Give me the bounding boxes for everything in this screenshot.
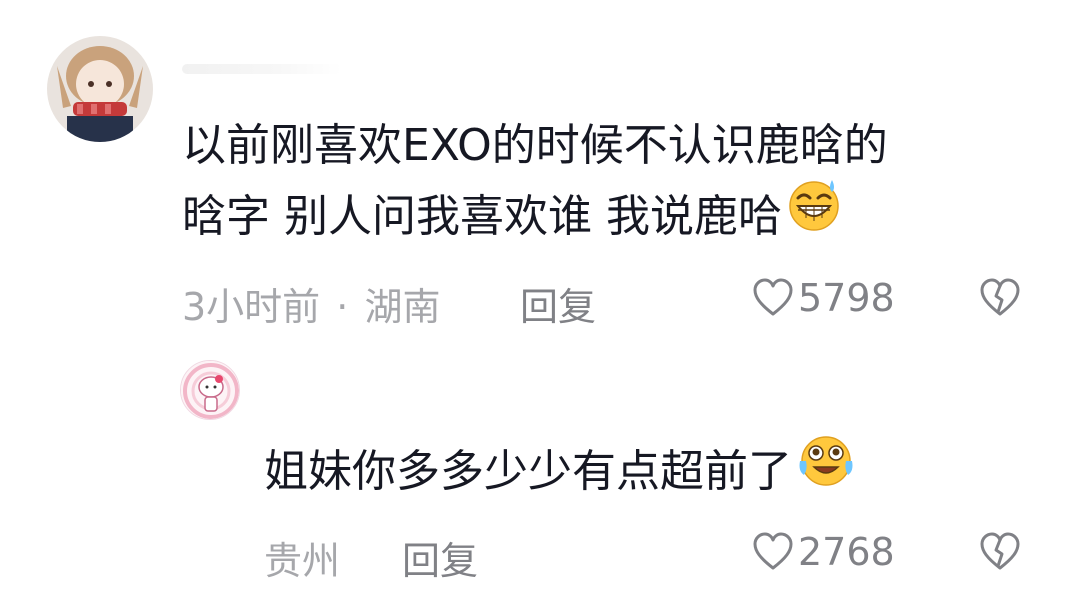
pleading-laugh-emoji-icon <box>796 431 856 509</box>
comment-like-button[interactable]: 5798 <box>752 276 895 320</box>
comment-dislike-button[interactable] <box>978 278 1022 322</box>
grinning-sweat-emoji-icon <box>786 176 842 254</box>
replier-avatar[interactable] <box>180 360 240 420</box>
comment-time: 3小时前 <box>182 285 321 329</box>
reply-meta: 贵州 <box>264 530 340 585</box>
reply-text-content: 姐妹你多多少少有点超前了 <box>264 446 792 497</box>
reply-text: 姐妹你多多少少有点超前了 <box>264 436 856 509</box>
broken-heart-icon <box>980 278 1020 316</box>
comment-text-line-2-content: 晗字 别人问我喜欢谁 我说鹿哈 <box>182 191 782 242</box>
comment-text-line-1: 以前刚喜欢EXO的时候不认识鹿晗的 <box>182 120 888 171</box>
heart-icon <box>753 278 793 316</box>
meta-separator: · <box>336 285 349 329</box>
comment-meta: 3小时前 · 湖南 <box>182 276 440 331</box>
reply-like-count: 2768 <box>798 530 895 574</box>
broken-heart-icon <box>980 532 1020 570</box>
reply-like-button[interactable]: 2768 <box>752 530 895 574</box>
heart-icon <box>753 532 793 570</box>
reply-button[interactable]: 回复 <box>520 276 596 331</box>
reply-reply-button[interactable]: 回复 <box>402 530 478 585</box>
commenter-username-blurred[interactable] <box>182 64 342 74</box>
reply-location: 贵州 <box>264 539 341 583</box>
comment-location: 湖南 <box>364 285 441 329</box>
reply-dislike-button[interactable] <box>978 532 1022 576</box>
comment-like-count: 5798 <box>798 276 895 320</box>
comment-text-line-2: 晗字 别人问我喜欢谁 我说鹿哈 <box>182 180 842 254</box>
commenter-avatar[interactable] <box>47 36 153 142</box>
